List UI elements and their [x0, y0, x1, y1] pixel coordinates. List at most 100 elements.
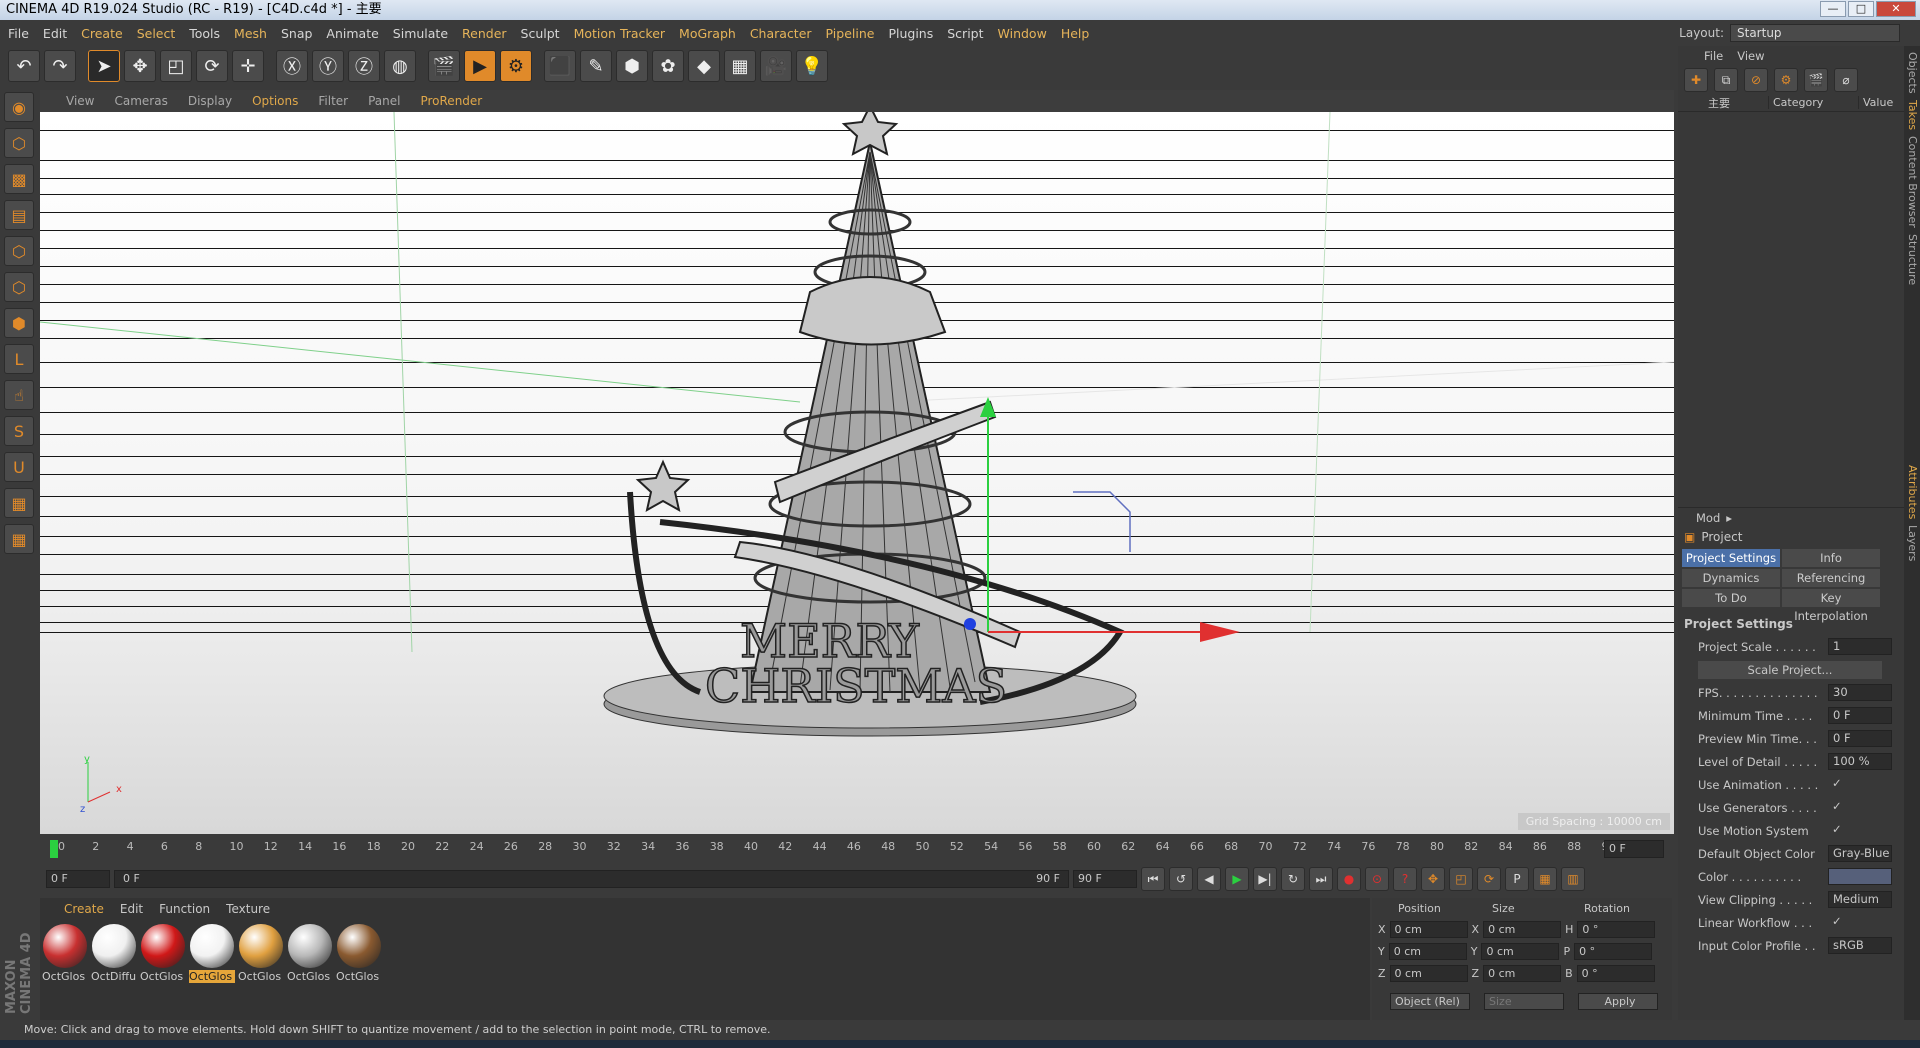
- light-icon[interactable]: 💡: [796, 50, 828, 82]
- play-icon[interactable]: ▶: [1225, 867, 1249, 891]
- viewport-menu-panel[interactable]: Panel: [368, 94, 400, 108]
- points-mode-icon[interactable]: ⬡: [4, 236, 34, 266]
- live-selection-icon[interactable]: ✛: [232, 50, 264, 82]
- attribute-value[interactable]: 30: [1828, 684, 1892, 701]
- objects-menu-view[interactable]: View: [1737, 49, 1764, 63]
- selection-tool-icon[interactable]: ➤: [88, 50, 120, 82]
- x-axis-lock-icon[interactable]: Ⓧ: [276, 50, 308, 82]
- material-menu-texture[interactable]: Texture: [226, 902, 270, 916]
- material-swatch[interactable]: OctGlos: [287, 924, 333, 983]
- position-z-field[interactable]: 0 cm: [1389, 964, 1468, 982]
- attribute-value[interactable]: Gray-Blue: [1828, 845, 1892, 862]
- previous-key-icon[interactable]: ↺: [1169, 867, 1193, 891]
- record-keys-icon[interactable]: ●: [1337, 867, 1361, 891]
- size-z-field[interactable]: 0 cm: [1483, 964, 1562, 982]
- side-tab-structure[interactable]: Structure: [1906, 234, 1919, 285]
- menu-plugins[interactable]: Plugins: [888, 26, 933, 41]
- menu-help[interactable]: Help: [1061, 26, 1090, 41]
- key-parameter-icon[interactable]: P: [1505, 867, 1529, 891]
- edges-mode-icon[interactable]: ⬡: [4, 272, 34, 302]
- tab-referencing[interactable]: Referencing: [1782, 569, 1880, 587]
- material-swatch[interactable]: OctGlos: [336, 924, 382, 983]
- attributes-mode-menu[interactable]: Mod: [1696, 511, 1720, 525]
- objects-menu-file[interactable]: File: [1704, 49, 1723, 63]
- tab-info[interactable]: Info: [1782, 549, 1880, 567]
- key-position-icon[interactable]: ✥: [1421, 867, 1445, 891]
- world-coordinates-icon[interactable]: ◍: [384, 50, 416, 82]
- floor-icon[interactable]: ▦: [724, 50, 756, 82]
- attribute-value[interactable]: Medium: [1828, 891, 1892, 908]
- redo-icon[interactable]: ↷: [44, 50, 76, 82]
- menu-render[interactable]: Render: [462, 26, 507, 41]
- next-key-icon[interactable]: ↻: [1281, 867, 1305, 891]
- axis-mode-icon[interactable]: L: [4, 344, 34, 374]
- size-y-field[interactable]: 0 cm: [1481, 942, 1560, 960]
- material-swatch[interactable]: OctGlos: [140, 924, 186, 983]
- size-mode-dropdown[interactable]: Size: [1484, 992, 1564, 1010]
- size-x-field[interactable]: 0 cm: [1483, 920, 1562, 938]
- tweak-mode-icon[interactable]: ☝: [4, 380, 34, 410]
- end-frame-field[interactable]: 90 F: [1073, 870, 1137, 888]
- layout-dropdown[interactable]: Startup: [1730, 24, 1900, 42]
- rotation-p-field[interactable]: 0 °: [1574, 942, 1653, 960]
- menu-snap[interactable]: Snap: [281, 26, 312, 41]
- subdivision-icon[interactable]: ⬢: [616, 50, 648, 82]
- key-pla-icon[interactable]: ▦: [1533, 867, 1557, 891]
- workplane-lock-icon[interactable]: ▦: [4, 488, 34, 518]
- previous-frame-icon[interactable]: ◀: [1197, 867, 1221, 891]
- viewport-menu-filter[interactable]: Filter: [318, 94, 348, 108]
- render-picture-viewer-icon[interactable]: ▶: [464, 50, 496, 82]
- attribute-value[interactable]: [1828, 868, 1892, 885]
- takes-add-icon[interactable]: ✚: [1684, 68, 1708, 92]
- menu-animate[interactable]: Animate: [326, 26, 378, 41]
- maximize-button[interactable]: □: [1848, 1, 1874, 17]
- menu-character[interactable]: Character: [750, 26, 812, 41]
- attribute-value[interactable]: 0 F: [1828, 707, 1892, 724]
- viewport-menu-prorender[interactable]: ProRender: [420, 94, 482, 108]
- y-axis-lock-icon[interactable]: Ⓨ: [312, 50, 344, 82]
- scale-project-button[interactable]: Scale Project...: [1698, 660, 1882, 679]
- material-menu-create[interactable]: Create: [64, 902, 104, 916]
- menu-tools[interactable]: Tools: [189, 26, 220, 41]
- pen-spline-icon[interactable]: ✎: [580, 50, 612, 82]
- attribute-value[interactable]: ✓: [1828, 776, 1892, 793]
- cloner-icon[interactable]: ✿: [652, 50, 684, 82]
- render-view-icon[interactable]: 🎬: [428, 50, 460, 82]
- menu-simulate[interactable]: Simulate: [393, 26, 448, 41]
- tab-project-settings[interactable]: Project Settings: [1682, 549, 1780, 567]
- attribute-value[interactable]: ✓: [1828, 822, 1892, 839]
- menu-window[interactable]: Window: [998, 26, 1047, 41]
- film-icon[interactable]: 🎬: [1804, 68, 1828, 92]
- planar-workplane-icon[interactable]: ▦: [4, 524, 34, 554]
- material-swatch[interactable]: OctDiffu: [91, 924, 137, 983]
- tab-key-interpolation[interactable]: Key Interpolation: [1782, 589, 1880, 623]
- viewport-menu-cameras[interactable]: Cameras: [114, 94, 167, 108]
- material-swatch[interactable]: OctGlos: [189, 924, 235, 983]
- z-axis-lock-icon[interactable]: Ⓩ: [348, 50, 380, 82]
- attribute-value[interactable]: 0 F: [1828, 730, 1892, 747]
- viewport-menu-options[interactable]: Options: [252, 94, 298, 108]
- make-editable-icon[interactable]: ◉: [4, 92, 34, 122]
- menu-motion-tracker[interactable]: Motion Tracker: [574, 26, 665, 41]
- position-x-field[interactable]: 0 cm: [1389, 920, 1468, 938]
- key-rotation-icon[interactable]: ⟳: [1477, 867, 1501, 891]
- go-to-end-icon[interactable]: ⏭: [1309, 867, 1333, 891]
- side-tab-layers[interactable]: Layers: [1906, 525, 1919, 561]
- rotate-tool-icon[interactable]: ⟳: [196, 50, 228, 82]
- render-settings-icon[interactable]: ⚙: [500, 50, 532, 82]
- material-menu-function[interactable]: Function: [159, 902, 210, 916]
- minimize-button[interactable]: —: [1820, 1, 1846, 17]
- cube-primitive-icon[interactable]: ⬛: [544, 50, 576, 82]
- workplane-icon[interactable]: ▤: [4, 200, 34, 230]
- viewport-menu-view[interactable]: View: [66, 94, 94, 108]
- attribute-value[interactable]: 1: [1828, 638, 1892, 655]
- key-scale-icon[interactable]: ◰: [1449, 867, 1473, 891]
- menu-mograph[interactable]: MoGraph: [679, 26, 736, 41]
- playhead[interactable]: [50, 840, 58, 858]
- undo-icon[interactable]: ↶: [8, 50, 40, 82]
- menu-select[interactable]: Select: [137, 26, 176, 41]
- rotation-h-field[interactable]: 0 °: [1577, 920, 1656, 938]
- lock-icon[interactable]: ⌀: [1834, 68, 1858, 92]
- menu-edit[interactable]: Edit: [43, 26, 67, 41]
- position-y-field[interactable]: 0 cm: [1388, 942, 1467, 960]
